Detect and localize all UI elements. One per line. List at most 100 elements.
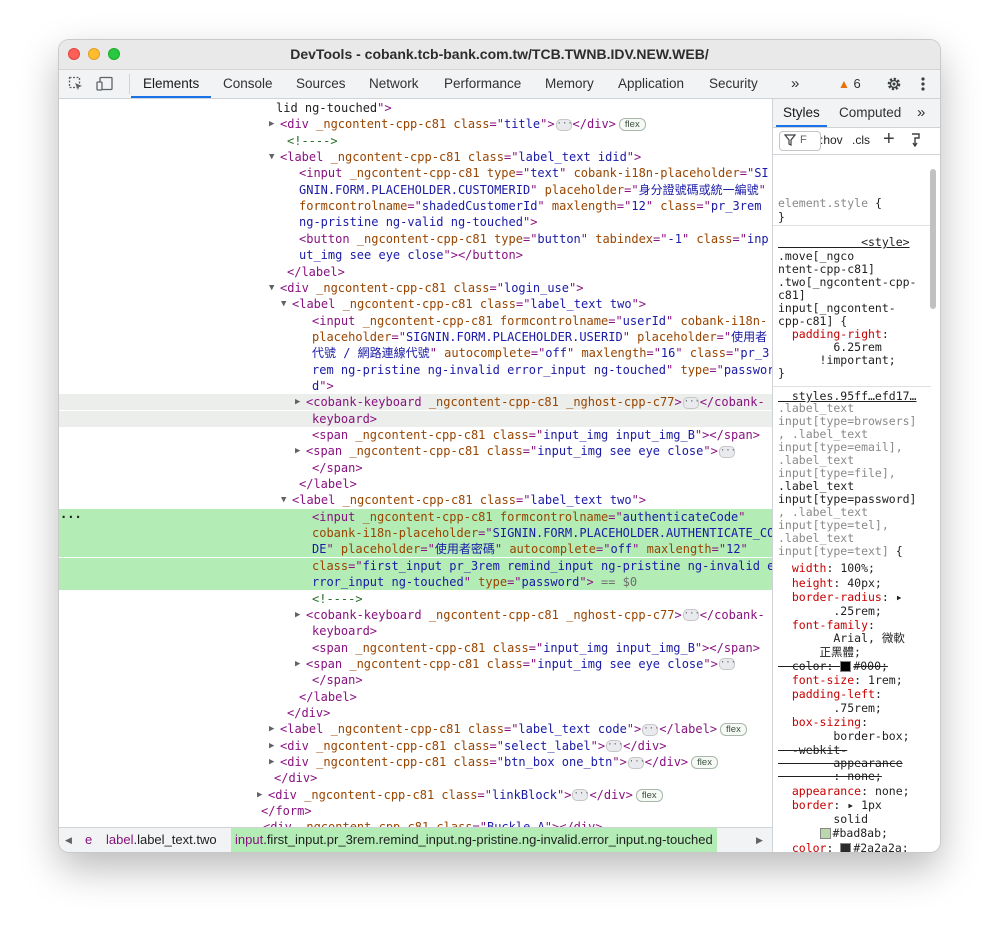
breadcrumb-item-parent[interactable]: e bbox=[81, 828, 96, 852]
dom-node-line[interactable]: <input _ngcontent-cpp-c81 formcontrolnam… bbox=[59, 313, 772, 329]
style-declaration-line[interactable]: color: #000; bbox=[778, 660, 888, 673]
dom-node-line[interactable]: ▶ <div _ngcontent-cpp-c81 class="linkBloc… bbox=[59, 787, 772, 803]
style-declaration-line[interactable]: font-size: 1rem; bbox=[778, 674, 903, 687]
dom-node-line[interactable]: </div> bbox=[59, 770, 772, 786]
dom-node-line[interactable]: ▶ <cobank-keyboard _ngcontent-cpp-c81 _ng… bbox=[59, 607, 772, 623]
dom-node-line[interactable]: ▶ <div _ngcontent-cpp-c81 class="select_l… bbox=[59, 738, 772, 754]
styles-scrollbar[interactable] bbox=[930, 169, 936, 309]
style-declaration-line[interactable]: <style> bbox=[778, 236, 909, 249]
expand-ellipsis-button[interactable]: ··· bbox=[682, 609, 700, 622]
dom-node-line[interactable]: rem ng-pristine ng-invalid error_input n… bbox=[59, 362, 772, 378]
dom-node-line[interactable]: GNIN.FORM.PLACEHOLDER.CUSTOMERID" placeh… bbox=[59, 182, 772, 198]
breadcrumb-scroll-right[interactable]: ▶ bbox=[756, 828, 763, 852]
style-declaration-line[interactable]: .75rem; bbox=[778, 702, 881, 715]
breadcrumb-item-input[interactable]: input.first_input.pr_3rem.remind_input.n… bbox=[231, 828, 717, 852]
cls-toggle[interactable]: .cls bbox=[852, 133, 870, 147]
style-declaration-line[interactable]: box-sizing: bbox=[778, 716, 868, 729]
style-declaration-line[interactable]: Arial, 微軟 bbox=[778, 632, 904, 645]
expand-node-icon[interactable]: ▶ bbox=[295, 394, 300, 410]
dom-node-line[interactable]: 代號 / 網路連線代號" autocomplete="off" maxlengt… bbox=[59, 345, 772, 361]
style-declaration-line[interactable]: border: ▸ 1px bbox=[778, 799, 882, 812]
styles-filter-input[interactable]: F bbox=[779, 131, 821, 151]
tab-computed[interactable]: Computed bbox=[832, 99, 908, 127]
style-declaration-line[interactable]: padding-left: bbox=[778, 688, 882, 701]
expand-ellipsis-button[interactable]: ··· bbox=[555, 118, 573, 131]
expand-node-icon[interactable]: ▶ bbox=[269, 738, 274, 754]
style-declaration-line[interactable]: !important; bbox=[778, 354, 896, 367]
dom-node-line[interactable]: ▼ <label _ngcontent-cpp-c81 class="label_… bbox=[59, 149, 772, 165]
expand-ellipsis-button[interactable]: ··· bbox=[718, 658, 736, 671]
dom-node-line[interactable]: <!----> bbox=[59, 591, 772, 607]
style-declaration-line[interactable]: appearance: none; bbox=[778, 785, 910, 798]
dom-node-line[interactable]: </label> bbox=[59, 476, 772, 492]
dom-node-line[interactable]: rror_input ng-touched" type="password"> … bbox=[59, 574, 772, 591]
expand-ellipsis-button[interactable]: ··· bbox=[627, 756, 645, 769]
dom-node-line[interactable]: ▶ <cobank-keyboard _ngcontent-cpp-c81 _ng… bbox=[59, 394, 772, 411]
expand-node-icon[interactable]: ▶ bbox=[295, 443, 300, 459]
dom-node-line[interactable]: d"> bbox=[59, 378, 772, 394]
expand-node-icon[interactable]: ▶ bbox=[257, 787, 262, 803]
style-declaration-line[interactable]: border-radius: ▸ bbox=[778, 591, 903, 604]
style-declaration-line[interactable]: : none; bbox=[778, 770, 881, 783]
flex-badge[interactable]: flex bbox=[720, 723, 747, 737]
expand-node-icon[interactable]: ▶ bbox=[269, 116, 274, 132]
tab-security[interactable]: Security bbox=[697, 70, 770, 98]
color-swatch[interactable] bbox=[840, 843, 852, 852]
dom-node-line[interactable]: ng-pristine ng-valid ng-touched"> bbox=[59, 214, 772, 230]
breadcrumb-scroll-left[interactable]: ◀ bbox=[65, 828, 72, 852]
gear-icon[interactable] bbox=[886, 76, 902, 92]
collapse-node-icon[interactable]: ▼ bbox=[269, 149, 274, 165]
dom-node-line[interactable]: ··· <input _ngcontent-cpp-c81 formcontrol… bbox=[59, 508, 772, 525]
dom-node-line[interactable]: <!----> bbox=[59, 133, 772, 149]
dom-node-line[interactable]: <button _ngcontent-cpp-c81 type="button"… bbox=[59, 231, 772, 247]
flex-badge[interactable]: flex bbox=[635, 788, 663, 802]
expand-ellipsis-button[interactable]: ··· bbox=[682, 396, 700, 409]
tab-application[interactable]: Application bbox=[606, 70, 696, 98]
dom-node-line[interactable]: ▼ <div _ngcontent-cpp-c81 class="login_us… bbox=[59, 280, 772, 296]
color-swatch[interactable] bbox=[819, 828, 831, 839]
style-declaration-line[interactable]: solid bbox=[778, 813, 868, 826]
dom-node-line[interactable]: <span _ngcontent-cpp-c81 class="input_im… bbox=[59, 640, 772, 656]
dom-node-line[interactable]: DE" placeholder="使用者密碼" autocomplete="of… bbox=[59, 541, 772, 558]
flex-badge[interactable]: flex bbox=[691, 756, 718, 769]
tab-sources[interactable]: Sources bbox=[284, 70, 358, 98]
collapse-node-icon[interactable]: ▼ bbox=[281, 492, 286, 508]
dom-node-line[interactable]: lid ng-touched"> bbox=[59, 100, 772, 116]
style-declaration-line[interactable]: } bbox=[778, 211, 785, 224]
dom-node-line[interactable]: keyboard> bbox=[59, 623, 772, 639]
breadcrumb-item-label[interactable]: label.label_text.two bbox=[102, 828, 221, 852]
style-declaration-line[interactable]: element.style { bbox=[778, 197, 882, 210]
style-declaration-line[interactable]: border-box; bbox=[778, 730, 909, 743]
style-declaration-line[interactable]: } bbox=[778, 367, 785, 380]
more-tabs-button[interactable]: » bbox=[779, 70, 811, 98]
computed-styles-toggle-icon[interactable] bbox=[909, 133, 923, 150]
dom-node-line[interactable]: ▶ <div _ngcontent-cpp-c81 class="title"> ·… bbox=[59, 116, 772, 132]
select-element-icon[interactable] bbox=[68, 76, 84, 92]
elements-dom-tree[interactable]: lid ng-touched"> ▶ <div _ngcontent-cpp-c81… bbox=[59, 99, 772, 827]
expand-node-icon[interactable]: ▶ bbox=[269, 721, 274, 737]
style-declaration-line[interactable]: width: 100%; bbox=[778, 562, 875, 575]
dom-node-line[interactable]: <span _ngcontent-cpp-c81 class="input_im… bbox=[59, 427, 772, 443]
dom-node-line[interactable]: </span> bbox=[59, 460, 772, 476]
tab-console[interactable]: Console bbox=[211, 70, 285, 98]
dom-node-line[interactable]: <div _ngcontent-cpp-c81 class="Buckle_A"… bbox=[59, 819, 772, 827]
dom-node-line[interactable]: </label> bbox=[59, 689, 772, 705]
style-declaration-line[interactable]: .25rem; bbox=[778, 605, 881, 618]
dom-node-line[interactable]: <input _ngcontent-cpp-c81 type="text" co… bbox=[59, 165, 772, 181]
dom-node-line[interactable]: ▶ <label _ngcontent-cpp-c81 class="label_… bbox=[59, 721, 772, 737]
expand-node-icon[interactable]: ▶ bbox=[295, 607, 300, 623]
tab-memory[interactable]: Memory bbox=[533, 70, 606, 98]
tab-elements[interactable]: Elements bbox=[131, 70, 212, 98]
style-declaration-line[interactable]: color: #2a2a2a; bbox=[778, 842, 909, 852]
tab-performance[interactable]: Performance bbox=[432, 70, 533, 98]
node-actions-icon[interactable]: ··· bbox=[60, 509, 82, 525]
dom-node-line[interactable]: ut_img see eye close"></button> bbox=[59, 247, 772, 263]
dom-node-line[interactable]: formcontrolname="shadedCustomerId" maxle… bbox=[59, 198, 772, 214]
collapse-node-icon[interactable]: ▼ bbox=[269, 280, 274, 296]
expand-node-icon[interactable]: ▶ bbox=[295, 656, 300, 672]
tab-styles[interactable]: Styles bbox=[776, 99, 827, 127]
style-declaration-line[interactable]: #bad8ab; bbox=[778, 827, 888, 840]
expand-ellipsis-button[interactable]: ··· bbox=[572, 789, 590, 802]
dom-node-line[interactable]: ▼ <label _ngcontent-cpp-c81 class="label_… bbox=[59, 492, 772, 508]
dom-node-line[interactable]: keyboard> bbox=[59, 410, 772, 427]
